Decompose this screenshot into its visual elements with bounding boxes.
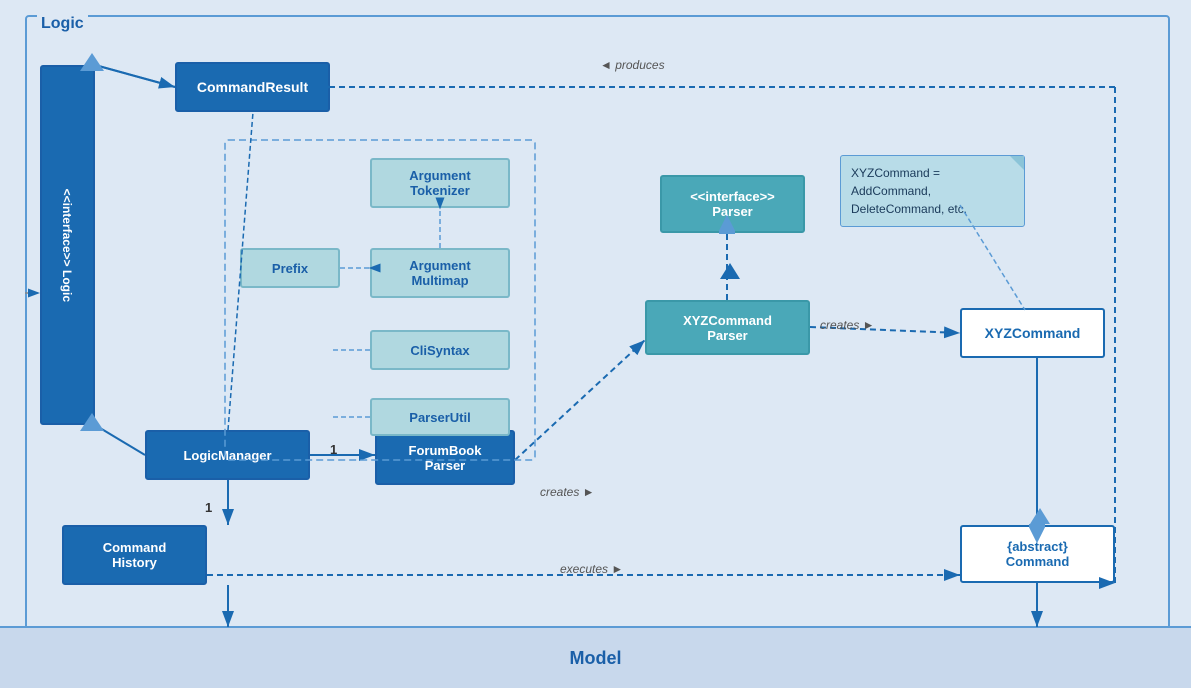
argument-tokenizer-node: ArgumentTokenizer — [370, 158, 510, 208]
xyz-command-parser-node: XYZCommandParser — [645, 300, 810, 355]
multiplicity-1-bottom: 1 — [205, 500, 212, 515]
xyz-command-node: XYZCommand — [960, 308, 1105, 358]
model-label: Model — [570, 648, 622, 669]
uml-triangle-bottom — [80, 413, 104, 431]
model-box: Model — [0, 626, 1191, 688]
argument-multimap-node: ArgumentMultimap — [370, 248, 510, 298]
uml-triangle-top — [80, 53, 104, 71]
note-box: XYZCommand = AddCommand, DeleteCommand, … — [840, 155, 1025, 227]
uml-triangle-command — [1030, 508, 1050, 524]
logic-label: Logic — [37, 15, 88, 33]
cli-syntax-node: CliSyntax — [370, 330, 510, 370]
creates-command-label: creates ► — [820, 318, 875, 332]
parser-util-node: ParserUtil — [370, 398, 510, 436]
interface-logic-node: <<interface>> Logic — [40, 65, 95, 425]
multiplicity-1-left: 1 — [330, 442, 337, 457]
creates-parser-label: creates ► — [540, 485, 595, 499]
uml-triangle-parser — [720, 263, 740, 279]
prefix-node: Prefix — [240, 248, 340, 288]
forum-book-parser-node: ForumBookParser — [375, 430, 515, 485]
executes-label: executes ► — [560, 562, 623, 576]
parser-interface-node: <<interface>>Parser — [660, 175, 805, 233]
diagram-container: Logic Model <<interface>> Logic CommandR… — [0, 0, 1191, 688]
command-result-node: CommandResult — [175, 62, 330, 112]
produces-label: ◄ produces — [600, 58, 665, 72]
logic-manager-node: LogicManager — [145, 430, 310, 480]
command-history-node: CommandHistory — [62, 525, 207, 585]
abstract-command-node: {abstract}Command — [960, 525, 1115, 583]
